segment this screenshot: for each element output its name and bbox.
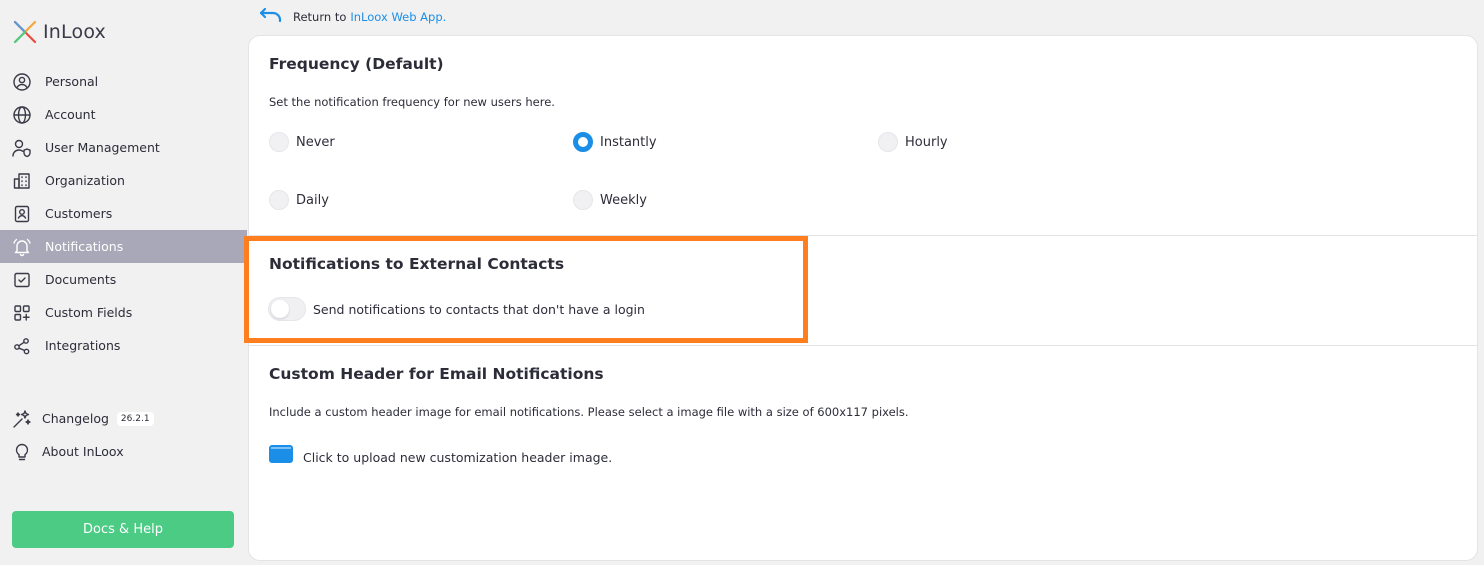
upload-header-image-button[interactable]: Click to upload new customization header… [269,442,612,465]
radio-circle [269,132,289,152]
sidebar-item-customers[interactable]: Customers [0,197,247,230]
document-check-icon [12,270,32,290]
radio-hourly[interactable]: Hourly [878,132,948,152]
notifications-settings-card: Frequency (Default) Set the notification… [248,35,1478,561]
toggle-knob [271,300,289,318]
sidebar-item-label: Customers [45,206,113,221]
sidebar-item-label: About InLoox [42,444,124,459]
inloox-logo-icon [13,20,37,44]
sidebar-item-label: User Management [45,140,160,155]
radio-daily[interactable]: Daily [269,190,329,210]
return-arrow-icon [259,7,283,26]
user-circle-icon [12,72,32,92]
version-badge: 26.2.1 [116,411,154,426]
sidebar-nav: Personal Account User Management Organiz… [0,65,247,362]
sparkle-icon [12,409,32,429]
sidebar-item-label: Notifications [45,239,124,254]
sidebar-item-custom-fields[interactable]: Custom Fields [0,296,247,329]
sidebar-item-label: Custom Fields [45,305,133,320]
radio-weekly[interactable]: Weekly [573,190,647,210]
sidebar-item-documents[interactable]: Documents [0,263,247,296]
radio-label: Instantly [600,134,657,150]
sidebar-bottom-nav: Changelog 26.2.1 About InLoox [0,402,247,468]
radio-label: Daily [296,192,329,208]
return-link[interactable]: Return to InLoox Web App. [259,7,446,26]
custom-header-title: Custom Header for Email Notifications [269,365,604,383]
share-nodes-icon [12,336,32,356]
brand-name: InLoox [43,21,107,43]
user-shield-icon [12,138,32,158]
radio-circle [573,190,593,210]
radio-never[interactable]: Never [269,132,335,152]
sidebar-item-label: Account [45,107,96,122]
return-webapp-link[interactable]: InLoox Web App. [350,10,446,24]
sidebar-item-label: Organization [45,173,125,188]
sidebar-item-organization[interactable]: Organization [0,164,247,197]
radio-circle-checked [573,132,593,152]
sidebar-item-changelog[interactable]: Changelog 26.2.1 [0,402,247,435]
lightbulb-icon [12,442,32,462]
frequency-description: Set the notification frequency for new u… [269,95,555,109]
sidebar-item-label: Personal [45,74,99,89]
sidebar-item-user-management[interactable]: User Management [0,131,247,164]
radio-circle [269,190,289,210]
bell-icon [12,237,32,257]
docs-help-button[interactable]: Docs & Help [12,511,234,548]
section-divider [249,345,1477,346]
frequency-title: Frequency (Default) [269,55,444,73]
sidebar-item-label: Changelog [42,411,109,426]
sidebar-item-label: Documents [45,272,117,287]
contact-card-icon [12,204,32,224]
radio-label: Hourly [905,134,948,150]
external-notifications-label: Send notifications to contacts that don'… [313,302,645,317]
sidebar-item-about[interactable]: About InLoox [0,435,247,468]
inloox-logo[interactable]: InLoox [12,19,106,45]
image-upload-icon [269,444,293,463]
radio-label: Never [296,134,335,150]
section-divider [249,235,1477,236]
radio-instantly[interactable]: Instantly [573,132,657,152]
return-prefix: Return to [293,9,347,24]
external-notifications-toggle[interactable] [268,297,306,321]
sidebar-item-notifications[interactable]: Notifications [0,230,247,263]
external-contacts-title: Notifications to External Contacts [269,255,565,273]
radio-circle [878,132,898,152]
custom-header-description: Include a custom header image for email … [269,405,909,419]
radio-label: Weekly [600,192,647,208]
sidebar-item-label: Integrations [45,338,121,353]
sidebar-item-personal[interactable]: Personal [0,65,247,98]
upload-label: Click to upload new customization header… [303,450,613,465]
sidebar-item-account[interactable]: Account [0,98,247,131]
sidebar-item-integrations[interactable]: Integrations [0,329,247,362]
globe-icon [12,105,32,125]
sidebar: InLoox Personal Account User Management … [0,0,247,565]
grid-plus-icon [12,303,32,323]
building-icon [12,171,32,191]
